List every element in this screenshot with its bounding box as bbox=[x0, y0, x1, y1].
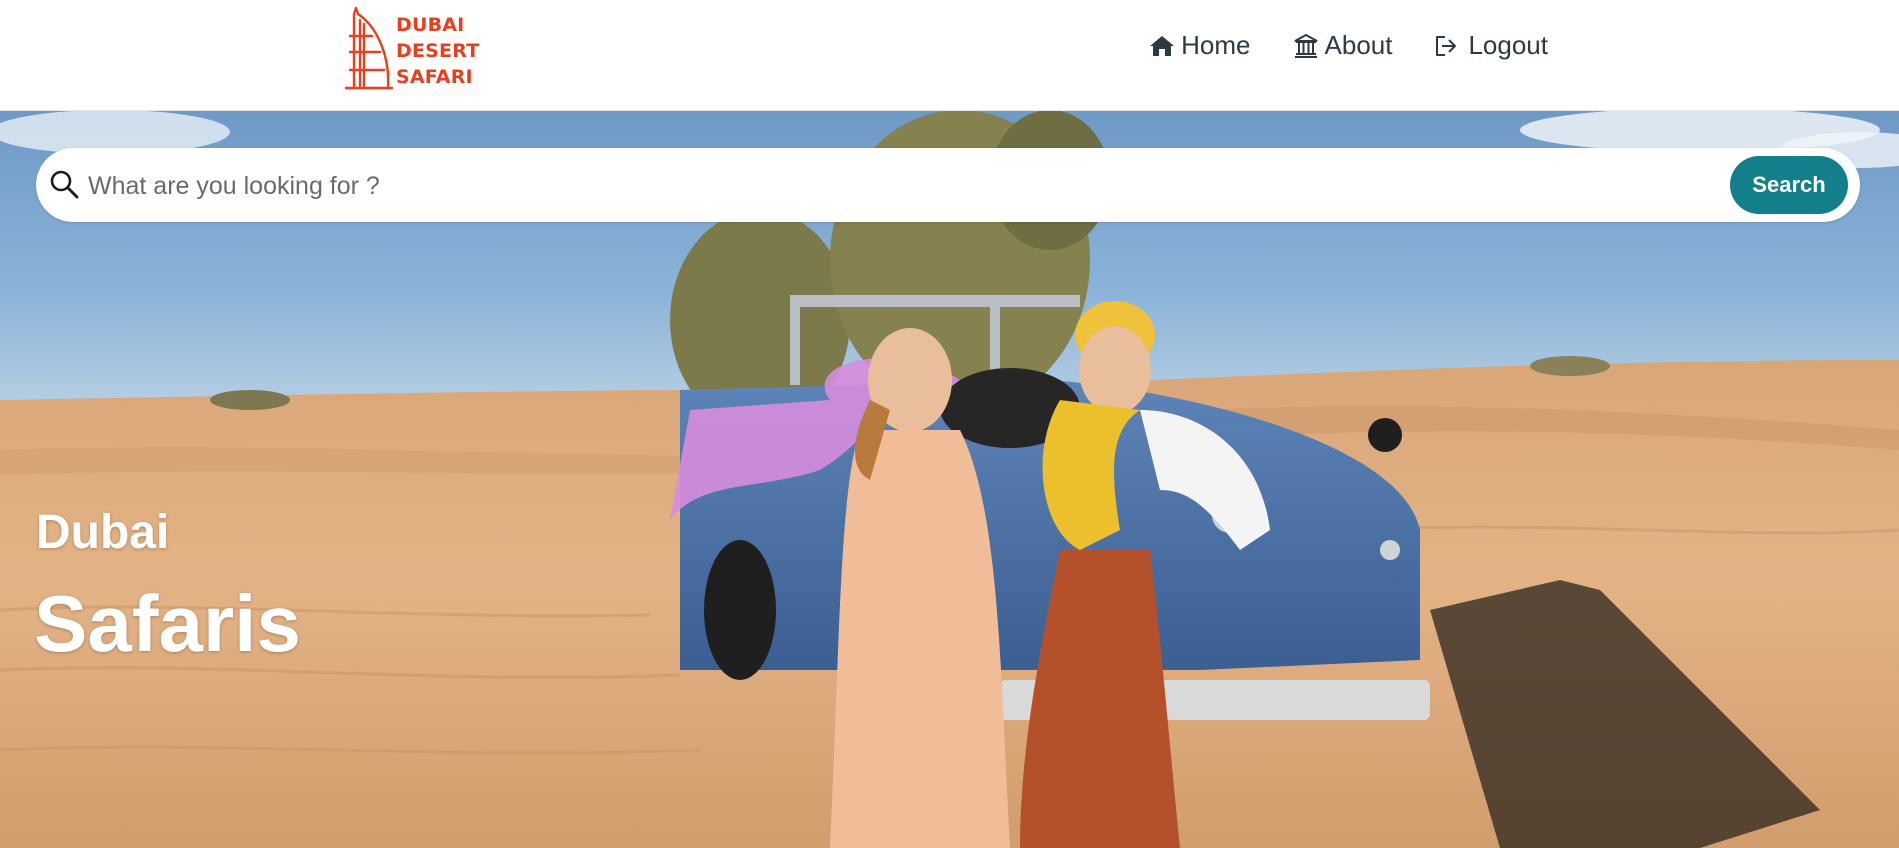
nav-logout-label: Logout bbox=[1468, 30, 1548, 60]
burj-al-arab-icon bbox=[344, 6, 394, 90]
hero-subtitle: Dubai bbox=[36, 506, 170, 559]
logout-icon bbox=[1436, 35, 1457, 56]
brand-line-3: SAFARI bbox=[396, 66, 473, 88]
nav-logout-link[interactable]: Logout bbox=[1434, 30, 1548, 61]
hero-banner: Search Dubai Safaris bbox=[0, 110, 1899, 848]
brand-line-1: DUBAI bbox=[396, 14, 465, 36]
home-icon bbox=[1150, 35, 1175, 56]
nav-home-link[interactable]: Home bbox=[1149, 30, 1251, 61]
search-button[interactable]: Search bbox=[1730, 156, 1848, 214]
brand-line-2: DESERT bbox=[396, 40, 480, 62]
site-header: DUBAI DESERT SAFARI Home About Logout bbox=[0, 0, 1899, 111]
nav-home-label: Home bbox=[1181, 30, 1251, 60]
search-icon bbox=[50, 170, 79, 199]
brand-logo[interactable]: DUBAI DESERT SAFARI bbox=[342, 6, 482, 90]
main-nav: Home About Logout bbox=[1149, 30, 1548, 61]
nav-about-link[interactable]: About bbox=[1293, 30, 1393, 61]
brand-wordmark: DUBAI DESERT SAFARI bbox=[396, 12, 479, 90]
search-bar: Search bbox=[36, 148, 1860, 222]
bank-icon bbox=[1294, 33, 1317, 58]
search-input[interactable] bbox=[86, 162, 1730, 210]
hero-title: Safaris bbox=[34, 579, 301, 668]
nav-about-label: About bbox=[1324, 30, 1393, 60]
